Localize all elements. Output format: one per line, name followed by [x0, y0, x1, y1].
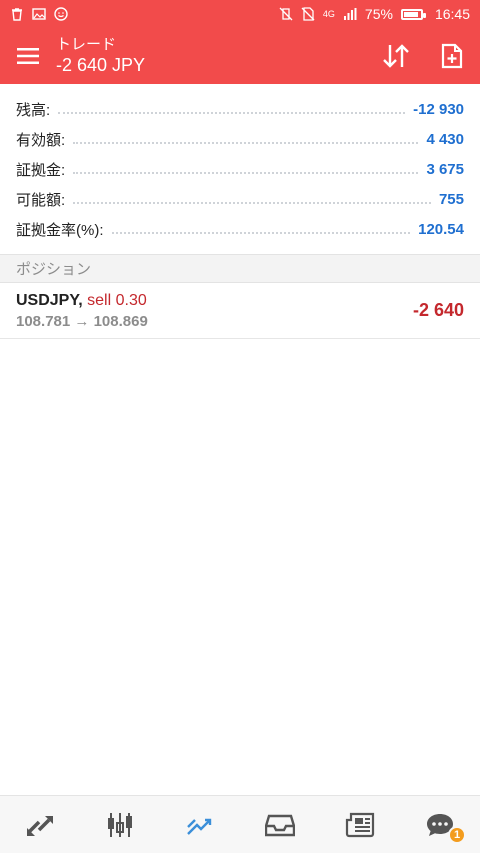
summary-label: 証拠金:	[16, 161, 66, 179]
section-title: ポジション	[16, 261, 92, 278]
summary-value: 4 430	[426, 130, 464, 148]
mute-icon	[279, 7, 293, 21]
app-bar: トレード -2 640 JPY	[0, 28, 480, 84]
no-sim-icon	[301, 7, 315, 21]
battery-icon	[400, 8, 426, 20]
account-summary: 残高: -12 930 有効額: 4 430 証拠金: 3 675 可能額: 7…	[0, 94, 480, 244]
positions-section-header: ポジション	[0, 254, 480, 283]
notification-badge: 1	[448, 826, 466, 844]
quotes-arrows-icon	[27, 815, 53, 836]
new-order-button[interactable]	[424, 28, 480, 84]
tab-quotes[interactable]	[0, 796, 80, 853]
summary-label: 証拠金率(%):	[16, 221, 104, 239]
summary-value: 3 675	[426, 160, 464, 178]
sort-icon	[383, 44, 409, 68]
page-title: トレード	[56, 36, 117, 53]
signal-icon	[343, 8, 357, 20]
summary-value: 755	[438, 190, 464, 208]
hamburger-icon	[17, 48, 39, 64]
dotted-leader	[73, 142, 419, 144]
clock: 16:45	[434, 6, 470, 22]
current-price: 108.869	[93, 312, 148, 330]
tab-messages[interactable]: 1	[400, 796, 480, 853]
tab-chart[interactable]	[80, 796, 160, 853]
tab-trade[interactable]	[160, 796, 240, 853]
dotted-leader	[58, 112, 406, 114]
image-icon	[32, 8, 46, 20]
summary-row-margin: 証拠金: 3 675	[0, 154, 480, 184]
bottom-navigation: 1	[0, 795, 480, 853]
position-symbol: USDJPY,	[16, 291, 83, 309]
summary-value: 120.54	[418, 220, 464, 238]
menu-button[interactable]	[0, 28, 56, 84]
summary-row-free-margin: 可能額: 755	[0, 184, 480, 214]
network-label: 4G	[322, 9, 335, 19]
dotted-leader	[111, 232, 411, 234]
tab-news[interactable]	[320, 796, 400, 853]
header-titles: トレード -2 640 JPY	[56, 36, 145, 76]
summary-label: 有効額:	[16, 131, 66, 149]
trash-icon	[12, 8, 22, 21]
tab-history[interactable]	[240, 796, 320, 853]
sort-button[interactable]	[368, 28, 424, 84]
candlestick-icon	[108, 812, 132, 837]
summary-row-balance: 残高: -12 930	[0, 94, 480, 124]
page-subtitle: -2 640 JPY	[56, 55, 146, 75]
trade-trend-icon	[187, 818, 212, 835]
inbox-icon	[265, 814, 295, 836]
summary-row-equity: 有効額: 4 430	[0, 124, 480, 154]
add-document-icon	[441, 43, 463, 69]
dotted-leader	[73, 172, 419, 174]
smiley-icon	[54, 7, 68, 21]
arrow-right-icon: →	[74, 312, 90, 330]
summary-label: 残高:	[16, 101, 51, 119]
news-icon	[345, 812, 375, 837]
summary-row-margin-level: 証拠金率(%): 120.54	[0, 214, 480, 244]
position-profit: -2 640	[412, 300, 464, 320]
position-row[interactable]: USDJPY, sell 0.30 108.781 → 108.869 -2 6…	[0, 283, 480, 339]
status-bar: 4G 75% 16:45	[0, 0, 480, 28]
battery-percent: 75%	[364, 6, 393, 22]
summary-label: 可能額:	[16, 191, 66, 209]
open-price: 108.781	[16, 312, 71, 330]
dotted-leader	[73, 202, 431, 204]
position-type: sell 0.30	[87, 291, 147, 309]
summary-value: -12 930	[413, 100, 464, 118]
